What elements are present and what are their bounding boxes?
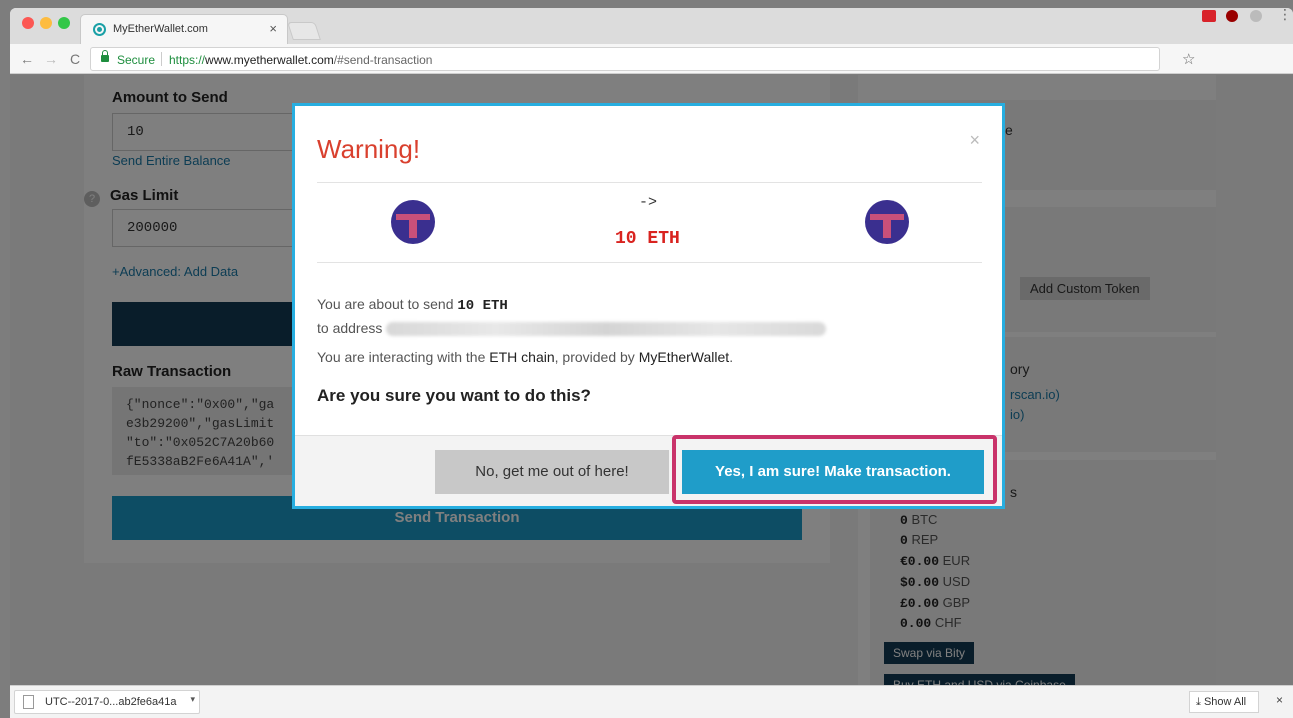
modal-title: Warning! — [317, 134, 421, 164]
ublock-extension-icon[interactable] — [1226, 10, 1238, 22]
maximize-window-button[interactable] — [58, 17, 70, 29]
new-tab-button[interactable] — [287, 22, 321, 40]
download-icon: ⤓ — [1196, 696, 1201, 708]
chevron-down-icon[interactable]: ▾ — [190, 694, 195, 705]
browser-tab[interactable]: MyEtherWallet.com × — [80, 14, 288, 44]
extension-grey-icon[interactable] — [1250, 10, 1262, 22]
from-address-identicon — [391, 200, 435, 244]
close-window-button[interactable] — [22, 17, 34, 29]
secure-label: Secure — [117, 53, 156, 67]
tab-title: MyEtherWallet.com — [113, 23, 208, 35]
browser-menu-icon[interactable]: ⋮ — [1278, 6, 1292, 23]
url-separator — [161, 52, 162, 66]
transfer-amount: 10 ETH — [615, 229, 680, 249]
extension-red-icon[interactable] — [1202, 10, 1216, 22]
forward-arrow-icon[interactable]: → — [44, 51, 58, 67]
confirmation-question: Are you sure you want to do this? — [317, 386, 591, 405]
myetherwallet-favicon-icon — [93, 23, 106, 36]
send-amount-inline: 10 ETH — [457, 298, 508, 314]
chain-info: You are interacting with the ETH chain, … — [317, 349, 734, 365]
send-summary: You are about to send 10 ETH — [317, 296, 508, 314]
transfer-arrow: -> — [639, 194, 658, 211]
reload-icon[interactable]: C — [70, 51, 80, 67]
minimize-window-button[interactable] — [40, 17, 52, 29]
file-icon — [23, 695, 34, 709]
to-address-identicon — [865, 200, 909, 244]
close-download-bar-icon[interactable]: × — [1276, 693, 1283, 707]
download-item[interactable]: UTC--2017-0...ab2fe6a41a ▾ — [14, 690, 200, 714]
url-text: https://www.myetherwallet.com/#send-tran… — [169, 53, 432, 67]
tab-close-icon[interactable]: × — [269, 21, 277, 36]
cancel-button[interactable]: No, get me out of here! — [435, 450, 669, 494]
destination-address: to address — [317, 320, 827, 337]
toolbar: ← → C Secure https://www.myetherwallet.c… — [10, 44, 1293, 74]
divider — [317, 182, 982, 183]
url-scheme: https:// — [169, 53, 206, 67]
address-bar[interactable]: Secure https://www.myetherwallet.com/#se… — [90, 47, 1160, 71]
url-domain: www.myetherwallet.com — [205, 53, 334, 67]
modal-close-icon[interactable]: × — [969, 130, 980, 151]
bookmark-star-icon[interactable]: ☆ — [1182, 50, 1195, 68]
show-all-downloads-button[interactable]: ⤓ Show All — [1189, 691, 1259, 713]
url-path: /#send-transaction — [333, 53, 433, 67]
confirm-highlight-box — [672, 435, 997, 504]
download-bar: UTC--2017-0...ab2fe6a41a ▾ ⤓ Show All × — [10, 685, 1293, 718]
lock-icon — [101, 50, 109, 62]
back-arrow-icon[interactable]: ← — [20, 51, 34, 67]
divider — [317, 262, 982, 263]
blurred-address — [386, 322, 827, 337]
download-file-name: UTC--2017-0...ab2fe6a41a — [45, 696, 177, 708]
